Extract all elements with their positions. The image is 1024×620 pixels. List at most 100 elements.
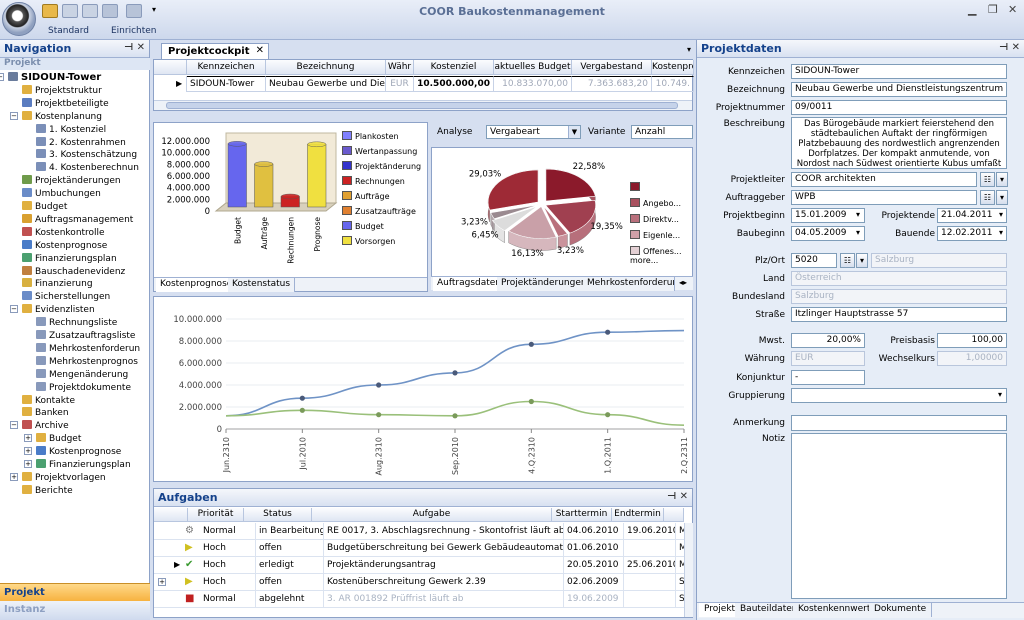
tree-expander-icon[interactable]: + [24, 460, 32, 468]
chevron-down-icon[interactable]: ▾ [999, 210, 1003, 219]
tree-expander-icon[interactable]: + [24, 434, 32, 443]
task-row[interactable]: ▶ ✔ Hoch erledigt Projektänderungsantrag 20.0… [154, 557, 696, 574]
konjunktur-field[interactable]: - [791, 370, 865, 385]
tree-expander-icon[interactable]: − [10, 421, 18, 430]
tasks-column-header[interactable] [664, 508, 684, 522]
tree-expander-icon[interactable]: + [10, 472, 18, 481]
preisbasis-field[interactable]: 100,00 [937, 333, 1007, 348]
grid-cell[interactable]: 10.749. [652, 76, 694, 92]
tree-item[interactable]: Kontakte [22, 394, 75, 407]
grid-cell[interactable]: 7.363.683,20 [572, 76, 652, 92]
tree-item[interactable]: Finanzierung [22, 278, 93, 290]
row-expander-icon[interactable]: + [158, 578, 166, 586]
plz-lookup-icon[interactable]: ☷ [840, 253, 855, 268]
grid-cell[interactable]: SIDOUN-Tower [187, 76, 266, 92]
tree-item[interactable]: Auftragsmanagement [22, 213, 133, 226]
tab-mehrkostenforderung[interactable]: Mehrkostenforderung [583, 277, 675, 291]
chevron-down-icon[interactable]: ▾ [996, 172, 1008, 187]
tree-item[interactable]: Finanzierungsplan [36, 459, 131, 471]
tab-projektaenderungen[interactable]: Projektänderungen [497, 277, 592, 291]
tasks-vertical-scrollbar[interactable] [684, 523, 693, 617]
grid-cell[interactable]: Neubau Gewerbe und Dien [266, 76, 386, 92]
tasks-column-header[interactable]: Endtermin [612, 508, 664, 522]
beschreibung-textarea[interactable]: Das Bürogebäude markiert feierstehend de… [791, 117, 1007, 169]
tree-expander-icon[interactable]: − [10, 305, 18, 314]
tree-item[interactable]: Mengenänderung [36, 368, 128, 381]
close-tab-icon[interactable]: ✕ [256, 45, 264, 56]
grid-cell[interactable]: 10.500.000,00 [414, 76, 494, 92]
tree-item[interactable]: Projektvorlagen [22, 471, 106, 484]
tree-item[interactable]: 3. Kostenschätzung [36, 149, 137, 161]
grid-column-header[interactable]: Kennzeichen [187, 60, 266, 75]
tree-item[interactable]: Zusatzauftragsliste [36, 330, 135, 342]
tab-scroll-icon[interactable]: ◂▸ [679, 278, 687, 287]
task-row[interactable]: ▶ Hoch offen Budgetüberschreitung bei Gewer… [154, 540, 696, 557]
tree-item[interactable]: Berichte [22, 484, 73, 497]
plz-field[interactable]: 5020 [791, 253, 837, 268]
variante-select[interactable]: Anzahl [631, 125, 693, 139]
tree-item[interactable]: 4. Kostenberechnun [36, 162, 139, 174]
tree-item[interactable]: Umbuchungen [22, 188, 101, 200]
tree-item[interactable]: Archive [22, 420, 69, 432]
tab-kostenprognose[interactable]: Kostenprognose [156, 278, 238, 292]
grid-cell[interactable]: 10.833.070,00 [494, 76, 572, 92]
task-row[interactable]: ■ Normal abgelehnt 3. AR 001892 Prüffrist l… [154, 591, 696, 608]
tree-item[interactable]: Evidenzlisten [22, 304, 95, 316]
kennzeichen-field[interactable]: SIDOUN-Tower [791, 64, 1007, 79]
grid-horizontal-scrollbar[interactable] [154, 100, 692, 110]
chevron-down-icon[interactable]: ▾ [856, 253, 868, 268]
notiz-textarea[interactable] [791, 433, 1007, 599]
chevron-down-icon[interactable]: ▾ [996, 190, 1008, 205]
pin-close-icons[interactable]: ⊣ ✕ [667, 491, 688, 502]
contact-lookup-icon[interactable]: ☷ [980, 190, 995, 205]
bauende-date[interactable]: 12.02.2011 [937, 226, 1007, 241]
tasks-column-header[interactable]: Aufgabe [312, 508, 552, 522]
close-icon[interactable]: ✕ [1008, 3, 1017, 16]
tab-projektcockpit[interactable]: Projektcockpit ✕ [161, 43, 269, 59]
grid-column-header[interactable]: Währ [386, 60, 414, 75]
grid-column-header[interactable]: Kostenprog [652, 60, 694, 75]
tree-item[interactable]: Projektstruktur [22, 84, 102, 97]
tree-item[interactable]: Kostenplanung [22, 110, 102, 123]
tree-item[interactable]: Projektdokumente [36, 381, 131, 394]
projektnummer-field[interactable]: 09/0011 [791, 100, 1007, 115]
tree-item[interactable]: Projektänderungen [22, 175, 121, 187]
pin-close-icons[interactable]: ⊣ ✕ [999, 42, 1020, 53]
tree-item[interactable]: Finanzierungsplan [22, 252, 117, 265]
grid-cell[interactable]: EUR [386, 76, 414, 92]
task-row[interactable]: ⚙ Normal in Bearbeitung RE 0017, 3. Abschla… [154, 523, 696, 540]
tab-auftragsdaten[interactable]: Auftragsdaten [433, 277, 507, 291]
chevron-down-icon[interactable]: ▾ [998, 390, 1002, 399]
tree-item[interactable]: Mehrkostenprognos [36, 355, 138, 368]
baubeginn-date[interactable]: 04.05.2009 [791, 226, 865, 241]
tree-item[interactable]: Budget [36, 433, 81, 445]
chevron-down-icon[interactable]: ▾ [999, 228, 1003, 237]
tasks-column-header[interactable]: Starttermin [552, 508, 612, 522]
projektbeginn-date[interactable]: 15.01.2009 [791, 208, 865, 223]
tree-item[interactable]: Sicherstellungen [22, 291, 110, 303]
tree-item[interactable]: SIDOUN-Tower [8, 72, 101, 83]
chevron-down-icon[interactable]: ▾ [856, 228, 860, 237]
tree-item[interactable]: Mehrkostenforderun [36, 342, 140, 355]
chevron-down-icon[interactable]: ▼ [568, 126, 580, 138]
auftraggeber-field[interactable]: WPB [791, 190, 977, 205]
grid-column-header[interactable]: Bezeichnung [266, 60, 386, 75]
anmerkung-field[interactable] [791, 415, 1007, 431]
projektende-date[interactable]: 21.04.2011 [937, 208, 1007, 223]
tab-dokumente[interactable]: Dokumente [869, 603, 933, 617]
tab-kostenstatus[interactable]: Kostenstatus [228, 278, 296, 292]
tree-expander-icon[interactable]: − [0, 73, 4, 81]
nav-button-projekt[interactable]: Projekt [0, 583, 150, 601]
tree-item[interactable]: Rechnungsliste [36, 317, 117, 329]
tab-list-dropdown-icon[interactable]: ▾ [687, 45, 691, 54]
pin-close-icons[interactable]: ⊣ ✕ [124, 42, 145, 53]
tree-item[interactable]: 1. Kostenziel [36, 123, 106, 136]
tree-expander-icon[interactable]: − [10, 111, 18, 120]
chevron-down-icon[interactable]: ▾ [856, 210, 860, 219]
minimize-icon[interactable]: ▁ [968, 3, 976, 16]
grid-column-header[interactable]: Vergabestand [572, 60, 652, 75]
tree-item[interactable]: Kostenprognose [36, 446, 121, 458]
tree-item[interactable]: Budget [22, 201, 67, 213]
gruppierung-select[interactable] [791, 388, 1007, 403]
analyse-select[interactable]: Vergabeart ▼ [486, 125, 581, 139]
